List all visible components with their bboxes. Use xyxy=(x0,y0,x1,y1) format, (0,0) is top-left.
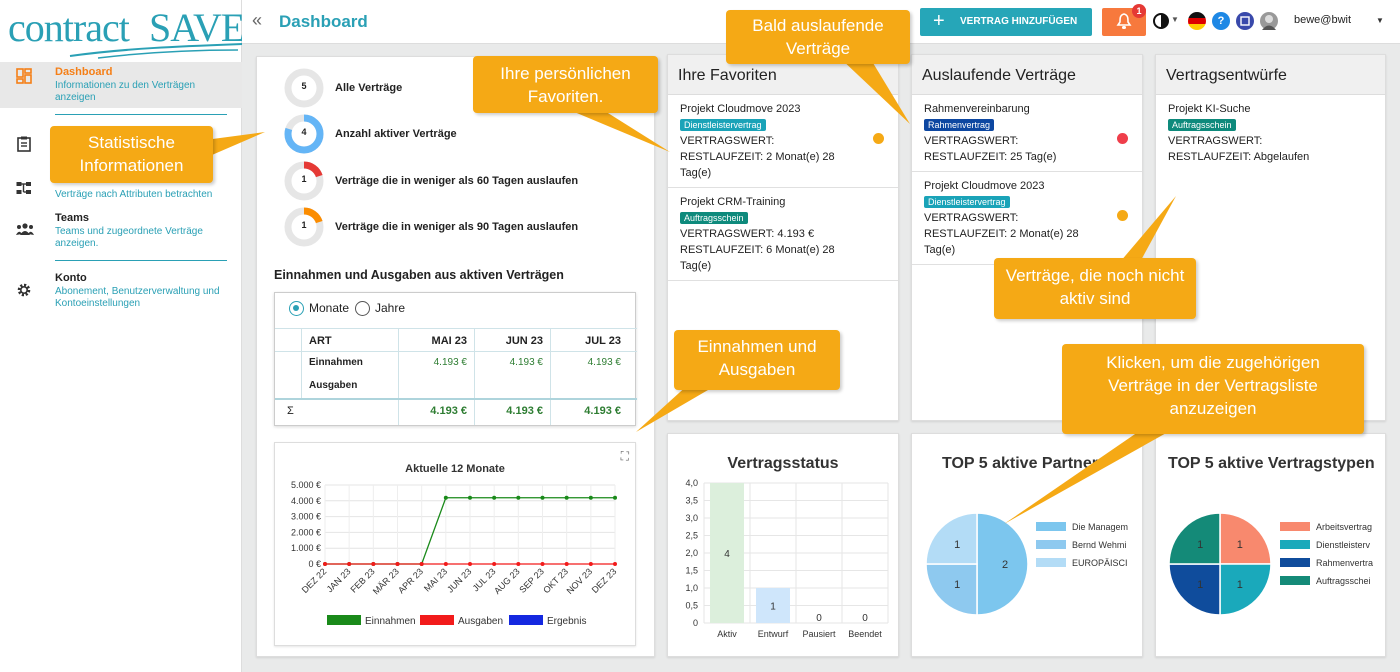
callout-statistics: Statistische Informationen xyxy=(50,126,213,183)
callout-expiring: Bald auslaufende Verträge xyxy=(726,10,910,64)
callout-finance: Einnahmen und Ausgaben xyxy=(674,330,840,390)
callout-click: Klicken, um die zugehörigen Verträge in … xyxy=(1062,344,1364,434)
callout-drafts: Verträge, die noch nicht aktiv sind xyxy=(994,258,1196,319)
app-root: contract SAVE Dashboard Informationen zu… xyxy=(0,0,1400,672)
callout-favorites: Ihre persönlichen Favoriten. xyxy=(473,56,658,113)
